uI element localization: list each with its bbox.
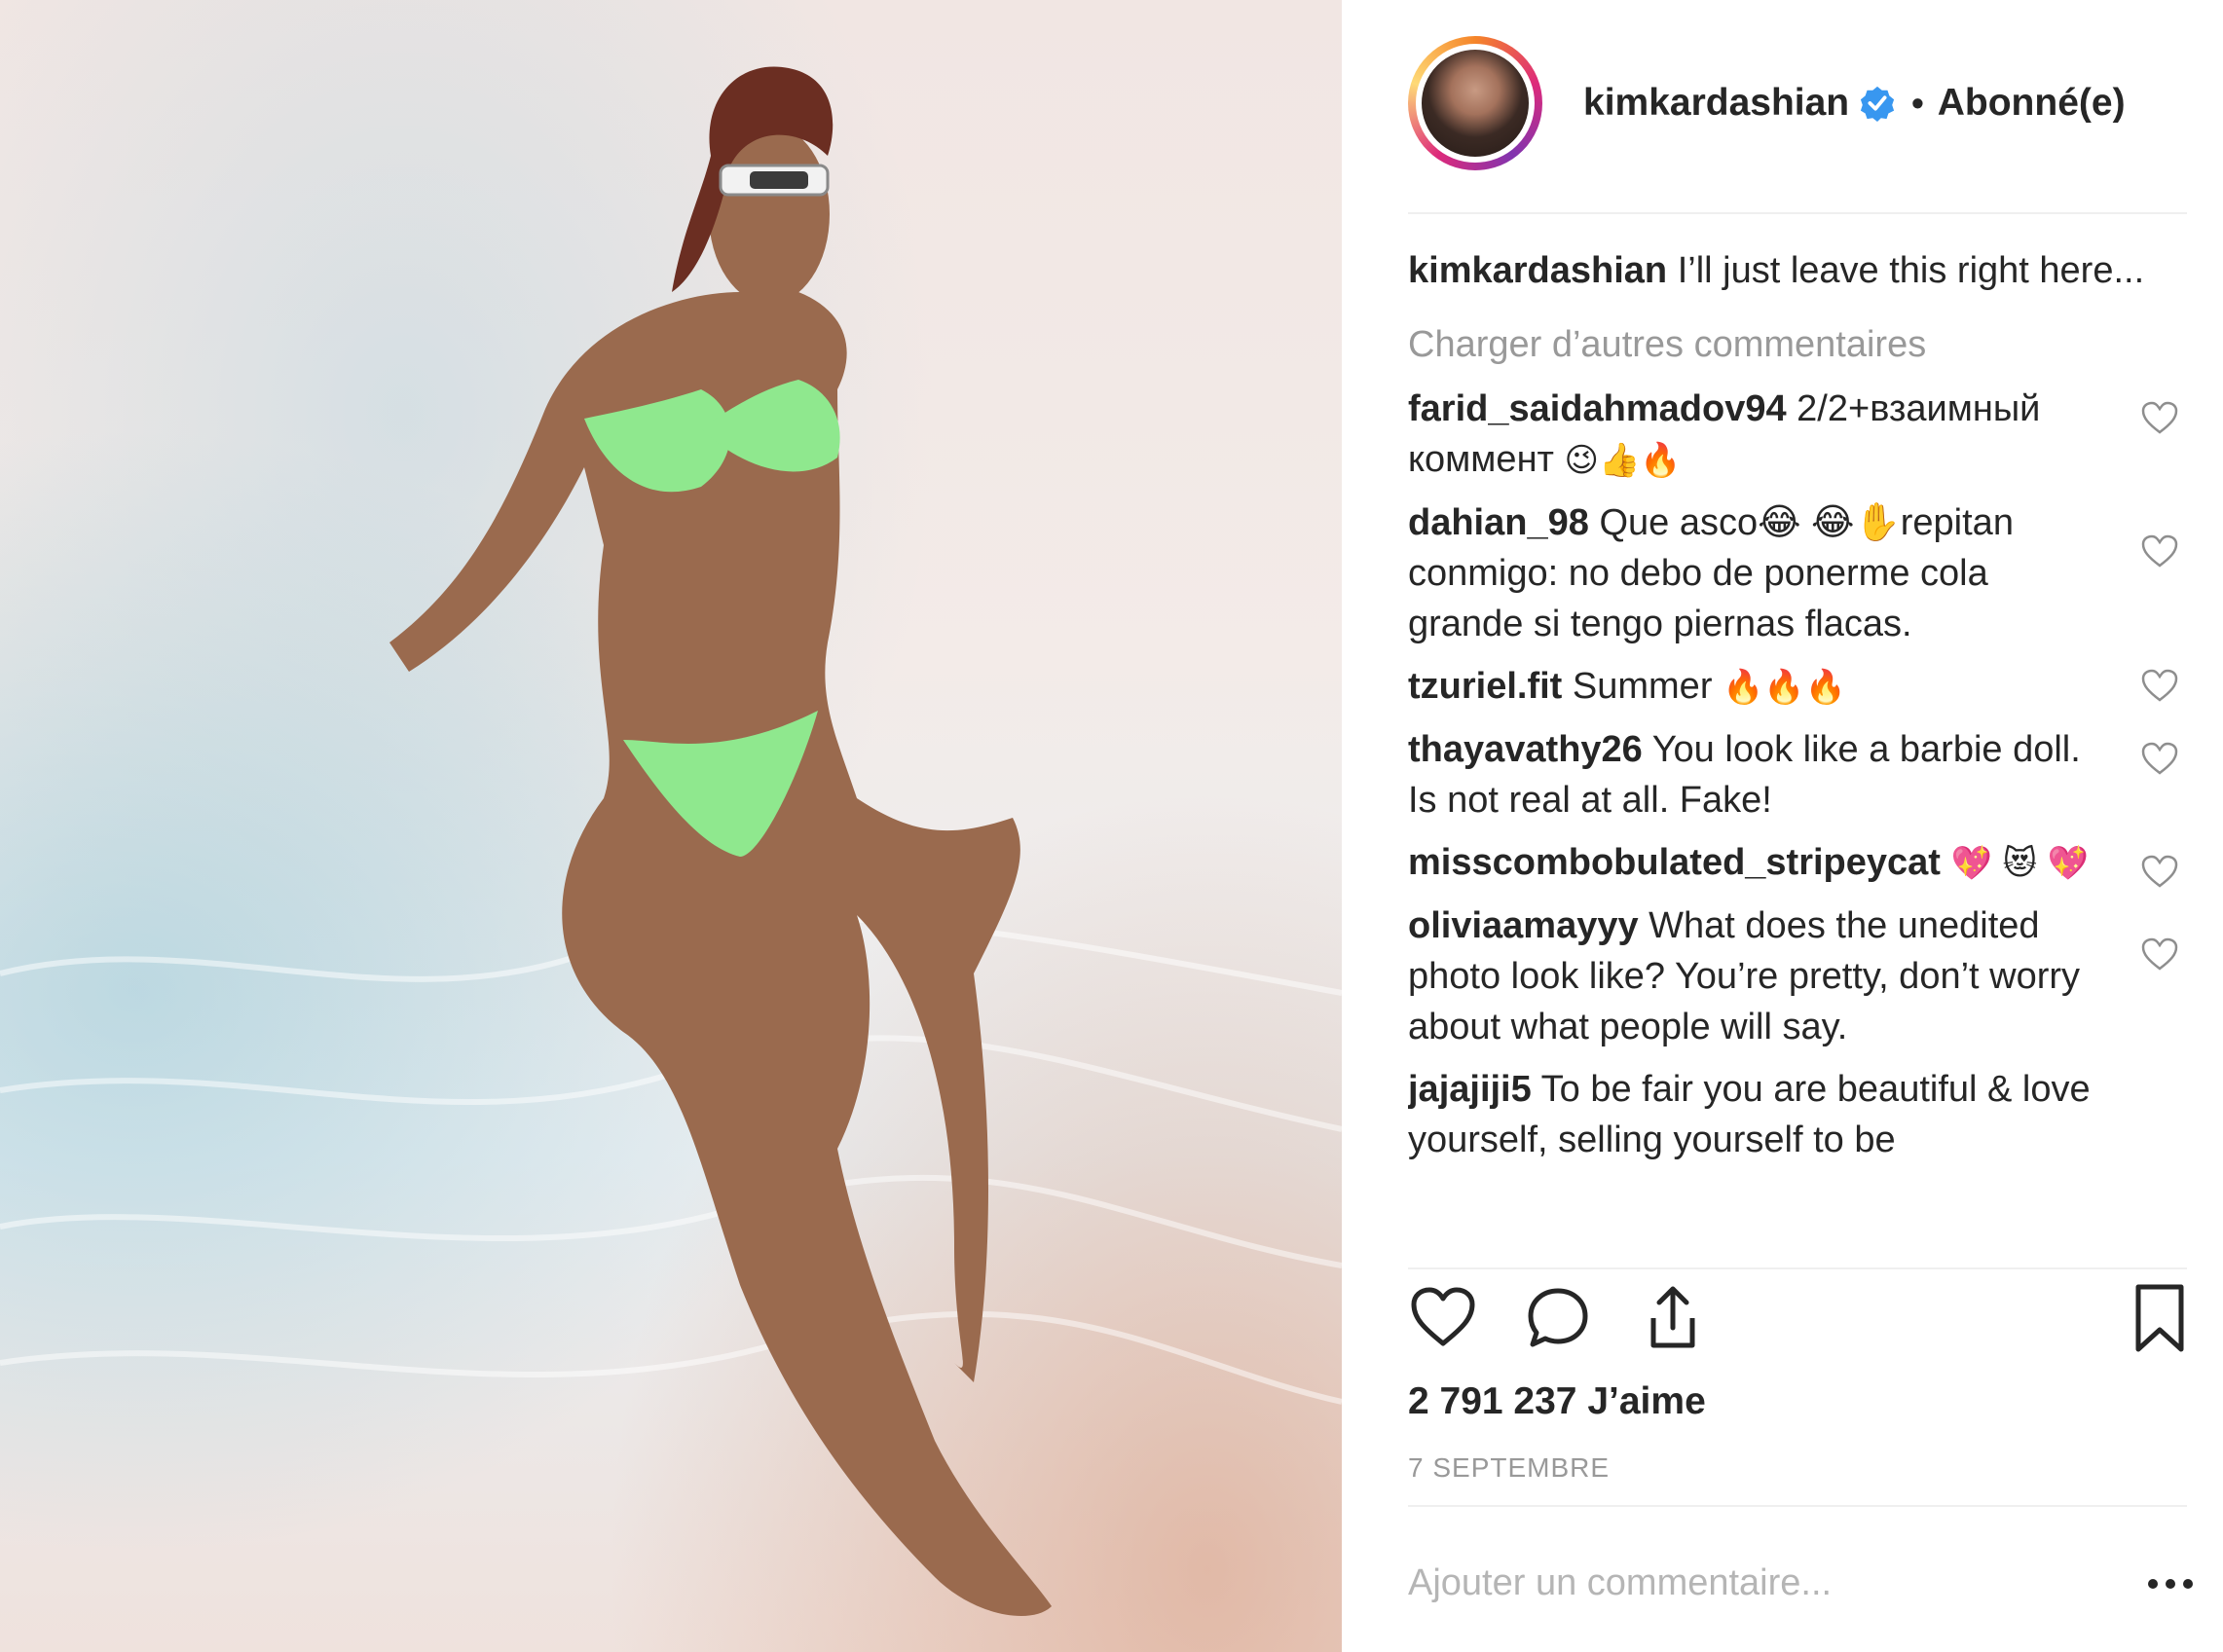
comment-item: tzuriel.fit Summer 🔥🔥🔥 [1408,661,2187,713]
comment-item: oliviaamayyy What does the unedited phot… [1408,900,2187,1052]
bookmark-icon[interactable] [2125,1283,2195,1353]
comment-username[interactable]: oliviaamayyy [1408,905,1639,946]
photo-illustration [0,66,1342,1616]
verified-badge-icon [1861,86,1895,122]
caption: kimkardashian I’ll just leave this right… [1408,243,2187,298]
comment-username[interactable]: thayavathy26 [1408,729,1643,770]
header-username[interactable]: kimkardashian [1583,82,1849,125]
avatar[interactable] [1408,36,1542,170]
post-actions [1408,1283,2187,1371]
comment-username[interactable]: tzuriel.fit [1408,666,1562,707]
header-separator: • [1911,83,1924,123]
comment-item: misscombobulated_stripeycat 💖 😻 💖 [1408,837,2187,889]
caption-text: I’ll just leave this right here... [1677,250,2145,291]
comment-item: jajajiji5 To be fair you are beautiful &… [1408,1064,2187,1165]
follow-status-button[interactable]: Abonné(e) [1938,82,2126,125]
post-side-panel: kimkardashian • Abonné(e) kimkardashian … [1342,0,2223,1652]
avatar-image [1416,44,1535,163]
post-header: kimkardashian • Abonné(e) [1408,35,2187,171]
add-comment-input[interactable]: Ajouter un commentaire... [1408,1562,1832,1604]
load-more-comments-link[interactable]: Charger d’autres commentaires [1408,317,2187,372]
comment-text: Summer [1572,666,1713,707]
comment-like-heart-icon[interactable] [2140,667,2179,706]
comment-like-heart-icon[interactable] [2140,740,2179,779]
header-divider [1408,212,2187,214]
comments-list[interactable]: kimkardashian I’ll just leave this right… [1408,243,2187,1267]
post-date[interactable]: 7 SEPTEMBRE [1408,1452,1610,1484]
comment-username[interactable]: misscombobulated_stripeycat [1408,842,1941,883]
comment-item: farid_saidahmadov94 2/2+взаимный коммент… [1408,384,2187,486]
post-photo[interactable] [0,0,1342,1652]
comment-emoji: 🔥🔥🔥 [1723,668,1847,707]
comment-item: dahian_98 Que asco😂 😂✋repitan conmigo: n… [1408,497,2187,649]
comment-like-heart-icon[interactable] [2140,532,2179,571]
footer-divider [1408,1505,2187,1507]
comment-username[interactable]: dahian_98 [1408,502,1589,543]
comment-username[interactable]: farid_saidahmadov94 [1408,388,1787,429]
comment-emoji: 💖 😻 💖 [1950,844,2090,883]
comment-username[interactable]: jajajiji5 [1408,1069,1532,1110]
comment-like-heart-icon[interactable] [2140,399,2179,438]
caption-username[interactable]: kimkardashian [1408,250,1667,291]
share-icon[interactable] [1638,1283,1708,1353]
comment-like-heart-icon[interactable] [2140,936,2179,974]
comment-like-heart-icon[interactable] [2140,853,2179,892]
like-heart-icon[interactable] [1408,1283,1478,1353]
comments-divider [1408,1267,2187,1269]
comment-bubble-icon[interactable] [1523,1283,1593,1353]
likes-count[interactable]: 2 791 237 J’aime [1408,1380,1706,1423]
more-options-icon[interactable] [2145,1569,2196,1598]
comment-emoji: 😉👍🔥 [1564,441,1682,480]
comment-item: thayavathy26 You look like a barbie doll… [1408,724,2187,826]
